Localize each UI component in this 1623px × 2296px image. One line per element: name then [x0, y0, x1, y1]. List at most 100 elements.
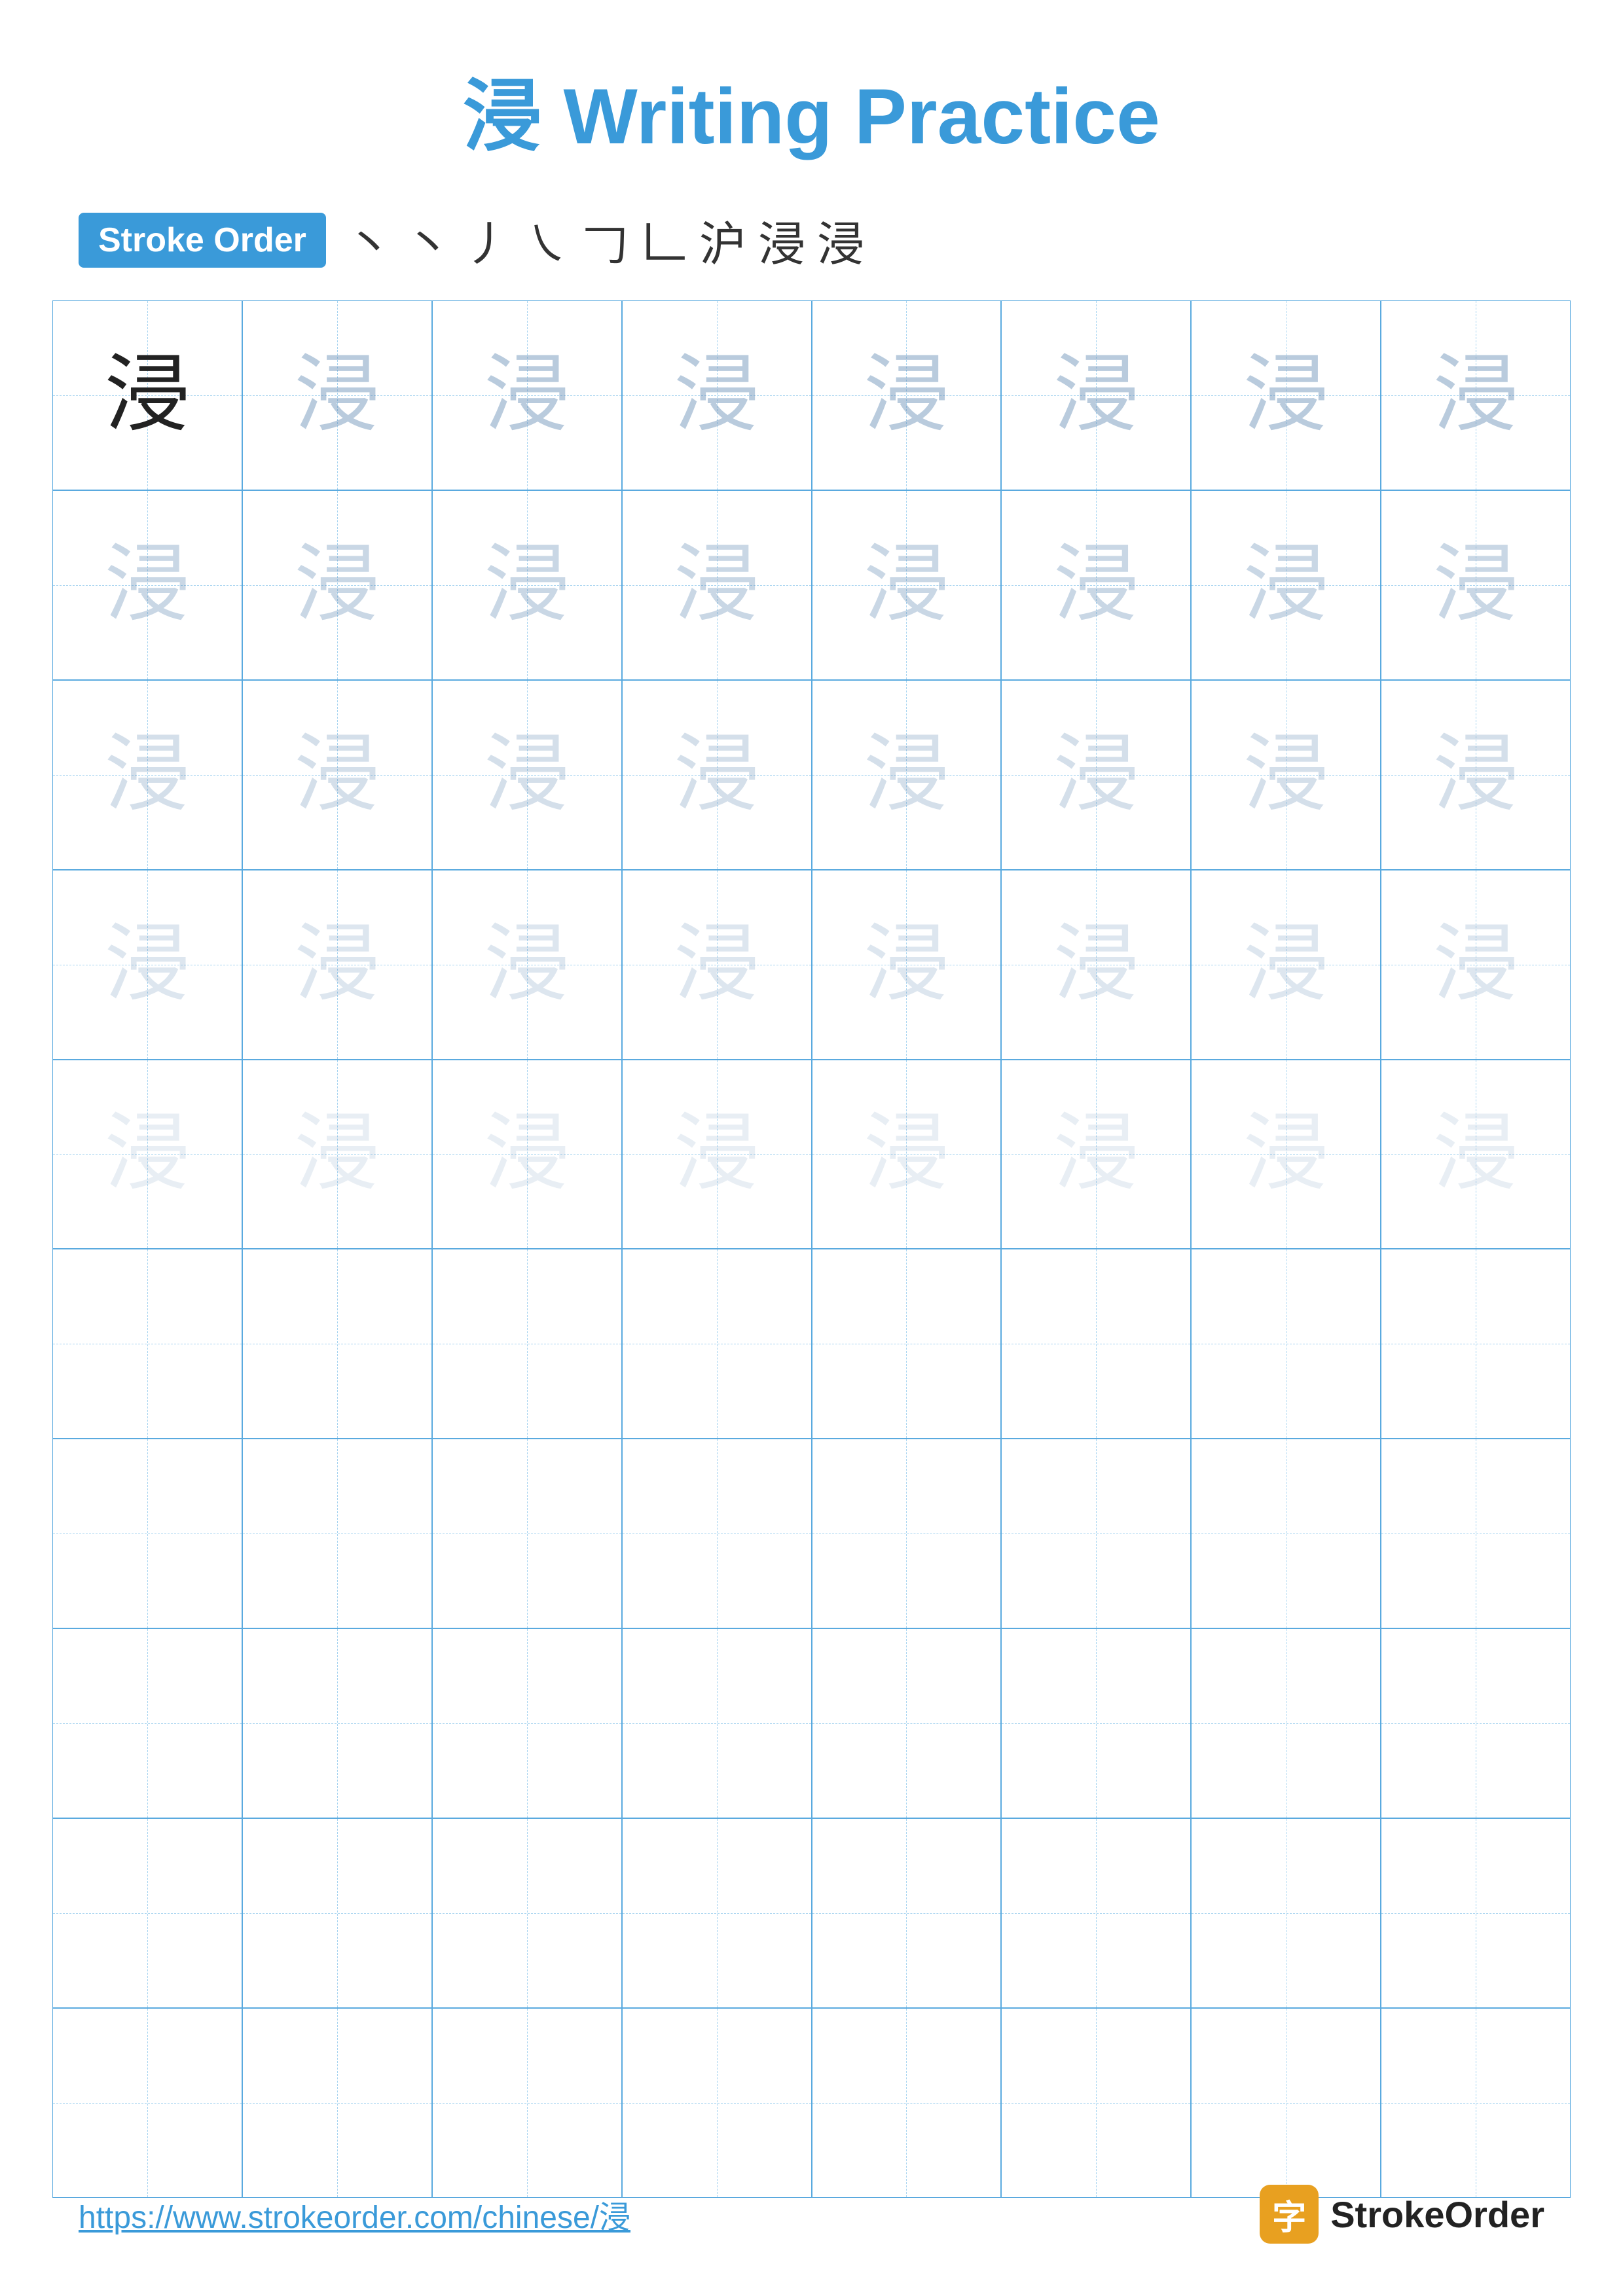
- grid-cell-r10c6[interactable]: [1001, 2008, 1191, 2198]
- grid-cell-r2c7[interactable]: 浸: [1191, 490, 1381, 680]
- grid-cell-r1c1[interactable]: 浸: [52, 300, 242, 490]
- grid-cell-r6c8[interactable]: [1381, 1249, 1571, 1439]
- grid-cell-r3c8[interactable]: 浸: [1381, 680, 1571, 870]
- grid-cell-r8c3[interactable]: [432, 1628, 622, 1818]
- stroke-1: 丶: [346, 206, 393, 274]
- stroke-2: 丶: [405, 206, 452, 274]
- footer-url[interactable]: https://www.strokeorder.com/chinese/浸: [79, 2191, 630, 2237]
- grid-cell-r4c6[interactable]: 浸: [1001, 870, 1191, 1060]
- grid-cell-r3c4[interactable]: 浸: [622, 680, 812, 870]
- grid-cell-r5c7[interactable]: 浸: [1191, 1060, 1381, 1249]
- grid-cell-r1c2[interactable]: 浸: [242, 300, 432, 490]
- grid-cell-r2c2[interactable]: 浸: [242, 490, 432, 680]
- char-r3c6: 浸: [1053, 732, 1139, 817]
- grid-row-4: 浸 浸 浸 浸 浸 浸 浸 浸: [52, 870, 1571, 1060]
- grid-cell-r3c7[interactable]: 浸: [1191, 680, 1381, 870]
- grid-cell-r1c8[interactable]: 浸: [1381, 300, 1571, 490]
- grid-cell-r5c6[interactable]: 浸: [1001, 1060, 1191, 1249]
- grid-cell-r10c5[interactable]: [812, 2008, 1002, 2198]
- grid-cell-r1c3[interactable]: 浸: [432, 300, 622, 490]
- grid-cell-r5c1[interactable]: 浸: [52, 1060, 242, 1249]
- grid-cell-r4c2[interactable]: 浸: [242, 870, 432, 1060]
- grid-cell-r1c7[interactable]: 浸: [1191, 300, 1381, 490]
- grid-cell-r3c5[interactable]: 浸: [812, 680, 1002, 870]
- grid-cell-r4c4[interactable]: 浸: [622, 870, 812, 1060]
- grid-cell-r9c3[interactable]: [432, 1818, 622, 2008]
- grid-cell-r2c8[interactable]: 浸: [1381, 490, 1571, 680]
- grid-cell-r8c7[interactable]: [1191, 1628, 1381, 1818]
- grid-cell-r1c6[interactable]: 浸: [1001, 300, 1191, 490]
- grid-cell-r9c8[interactable]: [1381, 1818, 1571, 2008]
- grid-cell-r6c1[interactable]: [52, 1249, 242, 1439]
- grid-cell-r9c1[interactable]: [52, 1818, 242, 2008]
- grid-cell-r4c1[interactable]: 浸: [52, 870, 242, 1060]
- grid-cell-r5c3[interactable]: 浸: [432, 1060, 622, 1249]
- grid-cell-r8c8[interactable]: [1381, 1628, 1571, 1818]
- grid-cell-r9c2[interactable]: [242, 1818, 432, 2008]
- grid-cell-r5c8[interactable]: 浸: [1381, 1060, 1571, 1249]
- grid-cell-r10c3[interactable]: [432, 2008, 622, 2198]
- grid-cell-r4c8[interactable]: 浸: [1381, 870, 1571, 1060]
- grid-cell-r9c6[interactable]: [1001, 1818, 1191, 2008]
- grid-cell-r3c2[interactable]: 浸: [242, 680, 432, 870]
- grid-cell-r1c4[interactable]: 浸: [622, 300, 812, 490]
- grid-cell-r6c2[interactable]: [242, 1249, 432, 1439]
- grid-cell-r5c5[interactable]: 浸: [812, 1060, 1002, 1249]
- grid-cell-r6c5[interactable]: [812, 1249, 1002, 1439]
- grid-cell-r10c8[interactable]: [1381, 2008, 1571, 2198]
- grid-cell-r8c2[interactable]: [242, 1628, 432, 1818]
- grid-cell-r2c6[interactable]: 浸: [1001, 490, 1191, 680]
- char-r3c7: 浸: [1243, 732, 1328, 817]
- grid-cell-r7c1[interactable]: [52, 1439, 242, 1628]
- char-r2c7: 浸: [1243, 543, 1328, 628]
- grid-cell-r9c5[interactable]: [812, 1818, 1002, 2008]
- grid-cell-r2c5[interactable]: 浸: [812, 490, 1002, 680]
- grid-cell-r10c4[interactable]: [622, 2008, 812, 2198]
- grid-cell-r6c4[interactable]: [622, 1249, 812, 1439]
- grid-cell-r4c5[interactable]: 浸: [812, 870, 1002, 1060]
- grid-cell-r10c2[interactable]: [242, 2008, 432, 2198]
- grid-cell-r1c5[interactable]: 浸: [812, 300, 1002, 490]
- grid-cell-r2c4[interactable]: 浸: [622, 490, 812, 680]
- grid-cell-r3c3[interactable]: 浸: [432, 680, 622, 870]
- grid-cell-r6c3[interactable]: [432, 1249, 622, 1439]
- char-r4c8: 浸: [1433, 922, 1518, 1007]
- char-r5c6: 浸: [1053, 1111, 1139, 1196]
- grid-cell-r7c7[interactable]: [1191, 1439, 1381, 1628]
- grid-cell-r10c7[interactable]: [1191, 2008, 1381, 2198]
- stroke-3: 丿: [464, 206, 511, 274]
- grid-cell-r3c1[interactable]: 浸: [52, 680, 242, 870]
- grid-cell-r10c1[interactable]: [52, 2008, 242, 2198]
- grid-cell-r4c3[interactable]: 浸: [432, 870, 622, 1060]
- char-r5c8: 浸: [1433, 1111, 1518, 1196]
- footer-logo: 字 StrokeOrder: [1260, 2185, 1544, 2244]
- grid-cell-r7c3[interactable]: [432, 1439, 622, 1628]
- grid-cell-r9c4[interactable]: [622, 1818, 812, 2008]
- char-r1c4: 浸: [674, 353, 759, 438]
- char-r2c1: 浸: [105, 543, 190, 628]
- grid-cell-r4c7[interactable]: 浸: [1191, 870, 1381, 1060]
- grid-cell-r2c3[interactable]: 浸: [432, 490, 622, 680]
- char-r4c3: 浸: [484, 922, 570, 1007]
- grid-cell-r2c1[interactable]: 浸: [52, 490, 242, 680]
- grid-cell-r7c2[interactable]: [242, 1439, 432, 1628]
- grid-cell-r9c7[interactable]: [1191, 1818, 1381, 2008]
- grid-cell-r8c6[interactable]: [1001, 1628, 1191, 1818]
- grid-cell-r5c4[interactable]: 浸: [622, 1060, 812, 1249]
- grid-cell-r7c5[interactable]: [812, 1439, 1002, 1628]
- char-r3c3: 浸: [484, 732, 570, 817]
- grid-cell-r7c6[interactable]: [1001, 1439, 1191, 1628]
- grid-cell-r3c6[interactable]: 浸: [1001, 680, 1191, 870]
- grid-cell-r6c7[interactable]: [1191, 1249, 1381, 1439]
- grid-cell-r7c4[interactable]: [622, 1439, 812, 1628]
- char-r3c4: 浸: [674, 732, 759, 817]
- grid-row-6: [52, 1249, 1571, 1439]
- grid-cell-r8c4[interactable]: [622, 1628, 812, 1818]
- grid-cell-r5c2[interactable]: 浸: [242, 1060, 432, 1249]
- char-r2c6: 浸: [1053, 543, 1139, 628]
- grid-cell-r8c1[interactable]: [52, 1628, 242, 1818]
- grid-cell-r6c6[interactable]: [1001, 1249, 1191, 1439]
- grid-cell-r8c5[interactable]: [812, 1628, 1002, 1818]
- grid-cell-r7c8[interactable]: [1381, 1439, 1571, 1628]
- footer-logo-text: StrokeOrder: [1330, 2193, 1544, 2236]
